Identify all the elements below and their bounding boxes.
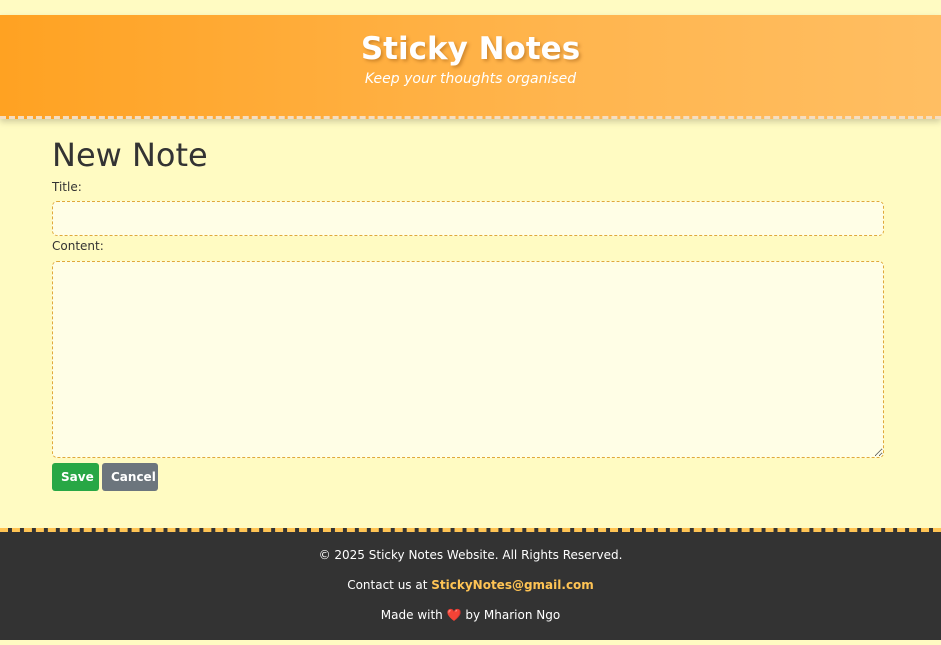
heart-icon: ❤️ — [446, 608, 462, 622]
cancel-button[interactable]: Cancel — [102, 463, 158, 491]
save-button[interactable]: Save — [52, 463, 99, 491]
copyright-text: © 2025 Sticky Notes Website. All Rights … — [318, 548, 623, 562]
form-actions: Save Cancel — [52, 463, 884, 491]
author-credit: by Mharion Ngo — [465, 608, 561, 622]
page-title: New Note — [52, 136, 208, 174]
title-label: Title: — [52, 180, 82, 194]
contact-line: Contact us at StickyNotes@gmail.com — [0, 570, 941, 600]
content-textarea[interactable] — [52, 261, 884, 458]
new-note-form: New Note Title: Content: Save Cancel — [52, 135, 884, 491]
site-title: Sticky Notes — [360, 31, 581, 67]
site-footer: © 2025 Sticky Notes Website. All Rights … — [0, 528, 941, 640]
made-with-prefix: Made with — [380, 608, 443, 622]
contact-prefix: Contact us at — [347, 578, 428, 592]
contact-email-link[interactable]: StickyNotes@gmail.com — [431, 578, 594, 592]
made-with-line: Made with ❤️ by Mharion Ngo — [0, 600, 941, 630]
content-label: Content: — [52, 239, 104, 253]
site-header: Sticky Notes Keep your thoughts organise… — [0, 15, 941, 119]
site-tagline: Keep your thoughts organised — [364, 71, 577, 87]
title-input[interactable] — [52, 201, 884, 236]
